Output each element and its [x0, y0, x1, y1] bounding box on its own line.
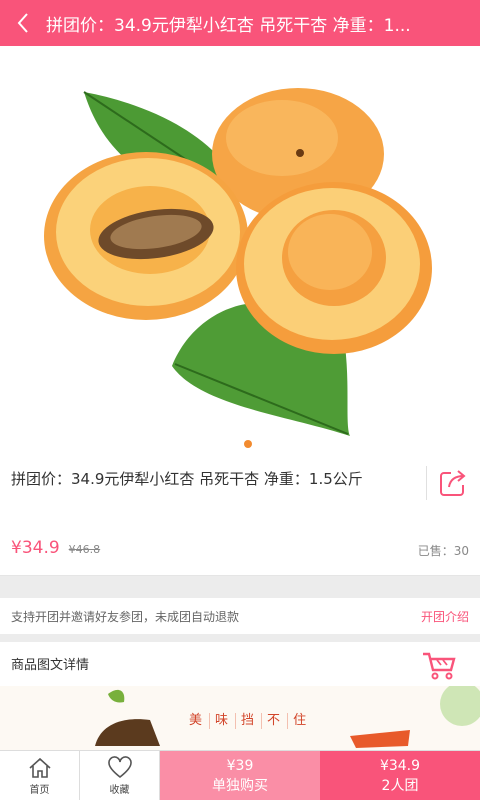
group-tip-text: 支持开团并邀请好友参团，未成团自动退款	[11, 609, 240, 624]
heart-icon	[107, 756, 132, 779]
product-name: 拼团价：34.9元伊犁小红杏 吊死干杏 净重：1.5公斤	[11, 470, 363, 488]
banner-char: 不	[261, 713, 285, 729]
banner-char: 美	[189, 713, 203, 728]
product-info: 拼团价：34.9元伊犁小红杏 吊死干杏 净重：1.5公斤 ¥34.9 ¥46.8…	[0, 454, 480, 576]
home-label: 首页	[29, 785, 50, 796]
group-buy-label: 2人团	[381, 778, 419, 794]
back-button[interactable]	[0, 0, 46, 46]
share-icon	[440, 470, 466, 496]
chevron-left-icon	[17, 13, 28, 33]
home-icon	[28, 757, 51, 778]
sold-count: 已售：30	[417, 544, 469, 558]
product-detail-page: 拼团价：34.9元伊犁小红杏 吊死干杏 净重：1... 拼团价：34.9元伊犁小…	[0, 0, 480, 800]
cart-icon	[423, 652, 456, 680]
group-buy-price: ¥34.9	[379, 758, 421, 774]
carousel-indicator[interactable]	[244, 440, 252, 448]
buy-group-button[interactable]: ¥34.9 2人团	[320, 751, 480, 800]
share-divider	[426, 466, 427, 500]
price-row: ¥34.9 ¥46.8	[11, 538, 100, 558]
detail-title: 商品图文详情	[11, 658, 90, 673]
single-price: ¥39	[226, 758, 254, 774]
top-bar: 拼团价：34.9元伊犁小红杏 吊死干杏 净重：1...	[0, 0, 480, 46]
product-image[interactable]	[0, 46, 480, 454]
single-label: 单独购买	[212, 778, 268, 794]
page-title: 拼团价：34.9元伊犁小红杏 吊死干杏 净重：1...	[46, 15, 411, 36]
group-tip: 支持开团并邀请好友参团，未成团自动退款 开团介绍	[0, 598, 480, 634]
share-button[interactable]	[436, 466, 470, 500]
banner-char: 味	[209, 713, 233, 729]
group-intro-link[interactable]: 开团介绍	[421, 608, 469, 625]
favorite-label: 收藏	[109, 785, 130, 796]
banner-char: 挡	[235, 713, 259, 729]
buy-single-button[interactable]: ¥39 单独购买	[160, 751, 320, 800]
group-price: ¥34.9	[11, 538, 60, 558]
favorite-button[interactable]: 收藏	[80, 751, 160, 800]
banner-slogan: 美 味 挡 不 住	[184, 713, 311, 729]
detail-section: 商品图文详情 美 味 挡 不 住	[0, 642, 480, 752]
banner-char: 住	[287, 713, 311, 729]
original-price: ¥46.8	[68, 543, 101, 556]
apricot-photo	[44, 88, 432, 436]
cart-button[interactable]	[419, 648, 459, 684]
bottom-action-bar: 首页 收藏 ¥39 单独购买 ¥34.9 2人团	[0, 750, 480, 800]
home-button[interactable]: 首页	[0, 751, 80, 800]
